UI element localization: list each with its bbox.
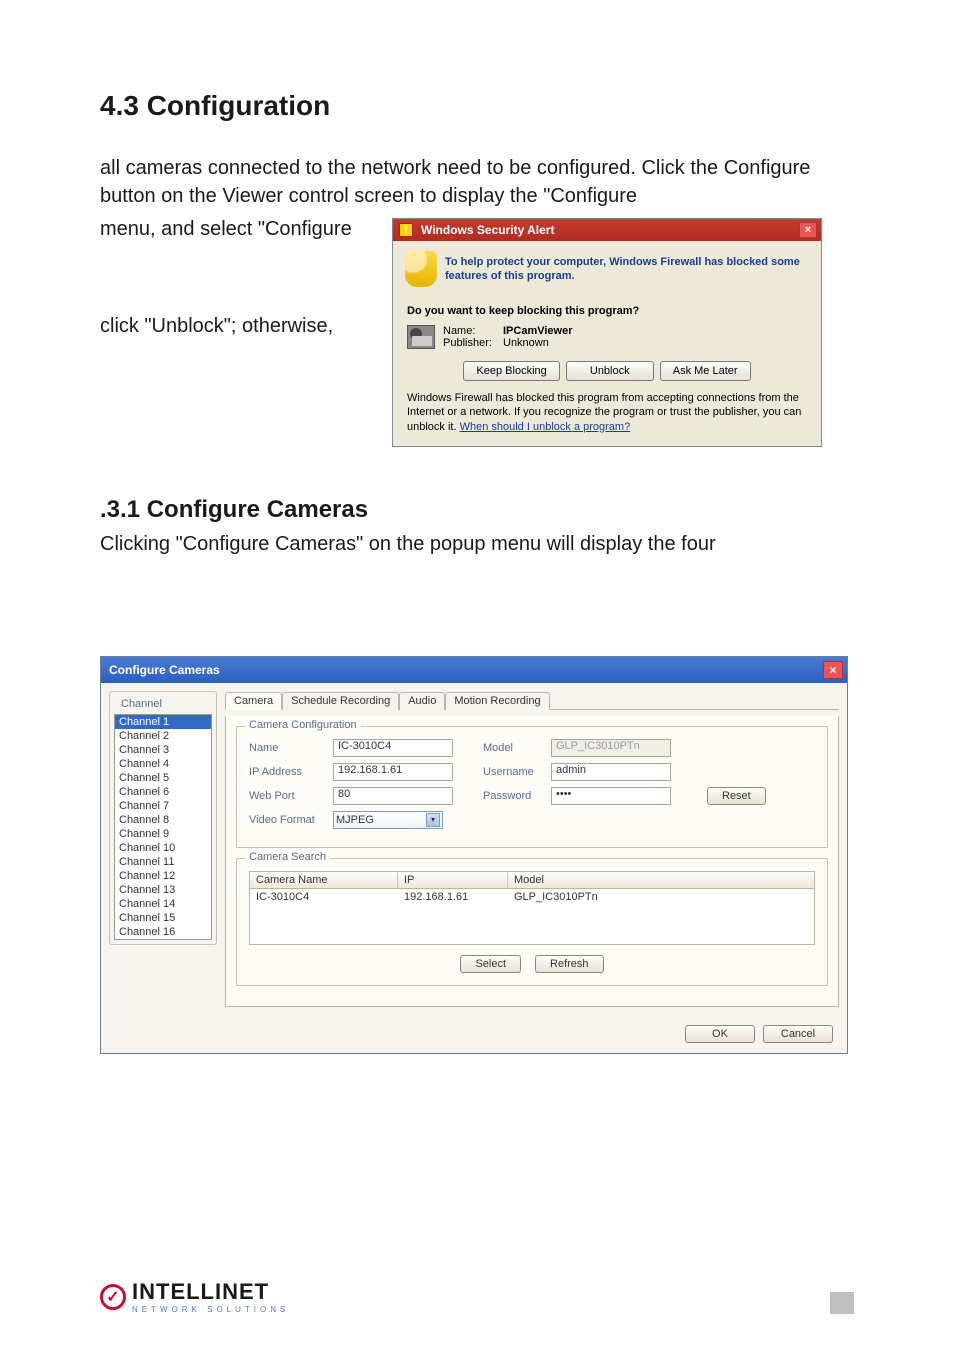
alert-banner: To help protect your computer, Windows F…: [393, 241, 821, 297]
row-ip-cell: 192.168.1.61: [398, 889, 508, 944]
chevron-down-icon: ▾: [426, 813, 440, 827]
tab-schedule-recording[interactable]: Schedule Recording: [282, 692, 399, 710]
channel-item-11[interactable]: Channel 11: [115, 855, 211, 869]
name-input[interactable]: IC-3010C4: [333, 739, 453, 757]
channel-item-6[interactable]: Channel 6: [115, 785, 211, 799]
dialog-titlebar: ! Windows Security Alert ×: [393, 219, 821, 241]
channel-item-14[interactable]: Channel 14: [115, 897, 211, 911]
channel-item-15[interactable]: Channel 15: [115, 911, 211, 925]
close-icon[interactable]: ×: [799, 222, 817, 238]
configure-cameras-titlebar: Configure Cameras ×: [101, 657, 847, 683]
logo-main-text: INTELLINET: [132, 1279, 289, 1305]
configure-cameras-title: Configure Cameras: [109, 663, 220, 677]
unblock-button[interactable]: Unblock: [566, 361, 654, 381]
video-format-select[interactable]: MJPEG ▾: [333, 811, 443, 829]
channel-item-16[interactable]: Channel 16: [115, 925, 211, 939]
app-name-value: IPCamViewer: [503, 325, 573, 337]
page-footer: ✓ INTELLINET NETWORK SOLUTIONS: [100, 1279, 854, 1314]
blocked-app-info: Name:IPCamViewer Publisher:Unknown: [407, 325, 807, 349]
row-name-cell: IC-3010C4: [250, 889, 398, 944]
text-menu-select: menu, and select "Configure: [100, 218, 380, 241]
channel-item-1[interactable]: Channel 1: [115, 715, 211, 729]
shield-icon: !: [399, 223, 413, 237]
ok-button[interactable]: OK: [685, 1025, 755, 1043]
checkmark-icon: ✓: [100, 1284, 126, 1310]
heading-configure-cameras: .3.1 Configure Cameras: [100, 496, 854, 524]
username-label: Username: [483, 766, 545, 778]
camera-configuration-legend: Camera Configuration: [245, 719, 361, 731]
channel-item-9[interactable]: Channel 9: [115, 827, 211, 841]
channel-group: Channel Channel 1 Channel 2 Channel 3 Ch…: [109, 691, 217, 945]
model-label: Model: [483, 742, 545, 754]
ip-address-label: IP Address: [249, 766, 327, 778]
publisher-value: Unknown: [503, 337, 549, 349]
channel-item-2[interactable]: Channel 2: [115, 729, 211, 743]
paragraph-intro: all cameras connected to the network nee…: [100, 154, 854, 210]
tab-audio[interactable]: Audio: [399, 692, 445, 710]
select-button[interactable]: Select: [460, 955, 521, 973]
channel-item-3[interactable]: Channel 3: [115, 743, 211, 757]
channel-item-13[interactable]: Channel 13: [115, 883, 211, 897]
tab-motion-recording[interactable]: Motion Recording: [445, 692, 549, 710]
keep-blocking-button[interactable]: Keep Blocking: [463, 361, 559, 381]
channel-item-7[interactable]: Channel 7: [115, 799, 211, 813]
alert-banner-text: To help protect your computer, Windows F…: [445, 255, 809, 284]
publisher-label: Publisher:: [443, 337, 503, 349]
col-camera-name[interactable]: Camera Name: [250, 872, 398, 888]
channel-item-4[interactable]: Channel 4: [115, 757, 211, 771]
when-unblock-link[interactable]: When should I unblock a program?: [460, 421, 631, 433]
channel-item-10[interactable]: Channel 10: [115, 841, 211, 855]
reset-button[interactable]: Reset: [707, 787, 766, 805]
password-input[interactable]: ••••: [551, 787, 671, 805]
search-list-header: Camera Name IP Model: [249, 871, 815, 889]
channel-list[interactable]: Channel 1 Channel 2 Channel 3 Channel 4 …: [114, 714, 212, 940]
password-label: Password: [483, 790, 545, 802]
channel-item-8[interactable]: Channel 8: [115, 813, 211, 827]
name-label: Name: [249, 742, 327, 754]
ask-me-later-button[interactable]: Ask Me Later: [660, 361, 751, 381]
video-format-label: Video Format: [249, 814, 327, 826]
page-number-box: [830, 1292, 854, 1314]
heading-configuration: 4.3 Configuration: [100, 90, 854, 122]
alert-question: Do you want to keep blocking this progra…: [407, 305, 807, 317]
channel-item-5[interactable]: Channel 5: [115, 771, 211, 785]
configure-cameras-window: Configure Cameras × Channel Channel 1 Ch…: [100, 656, 848, 1054]
tab-strip: Camera Schedule Recording Audio Motion R…: [225, 691, 839, 710]
close-icon[interactable]: ×: [823, 661, 843, 679]
web-port-label: Web Port: [249, 790, 327, 802]
camera-app-icon: [407, 325, 435, 349]
channel-group-label: Channel: [118, 698, 165, 710]
dialog-title-text: Windows Security Alert: [421, 223, 554, 237]
name-label: Name:: [443, 325, 503, 337]
channel-item-12[interactable]: Channel 12: [115, 869, 211, 883]
logo-sub-text: NETWORK SOLUTIONS: [132, 1305, 289, 1314]
text-click-unblock: click "Unblock"; otherwise,: [100, 315, 380, 338]
col-model[interactable]: Model: [508, 872, 814, 888]
intellinet-logo: ✓ INTELLINET NETWORK SOLUTIONS: [100, 1279, 289, 1314]
web-port-input[interactable]: 80: [333, 787, 453, 805]
camera-search-legend: Camera Search: [245, 851, 330, 863]
paragraph-configure-cameras: Clicking "Configure Cameras" on the popu…: [100, 530, 854, 558]
model-input: GLP_IC3010PTn: [551, 739, 671, 757]
camera-configuration-fieldset: Camera Configuration Name IC-3010C4 Mode…: [236, 726, 828, 848]
cancel-button[interactable]: Cancel: [763, 1025, 833, 1043]
row-model-cell: GLP_IC3010PTn: [508, 889, 814, 944]
alert-footer: Windows Firewall has blocked this progra…: [407, 391, 807, 434]
ip-address-input[interactable]: 192.168.1.61: [333, 763, 453, 781]
username-input[interactable]: admin: [551, 763, 671, 781]
shield-large-icon: [405, 251, 437, 287]
search-result-row[interactable]: IC-3010C4 192.168.1.61 GLP_IC3010PTn: [249, 889, 815, 945]
refresh-button[interactable]: Refresh: [535, 955, 604, 973]
col-ip[interactable]: IP: [398, 872, 508, 888]
tab-camera[interactable]: Camera: [225, 692, 282, 710]
video-format-value: MJPEG: [336, 814, 374, 826]
windows-security-alert-dialog: ! Windows Security Alert × To help prote…: [392, 218, 822, 447]
camera-search-fieldset: Camera Search Camera Name IP Model IC-30…: [236, 858, 828, 986]
